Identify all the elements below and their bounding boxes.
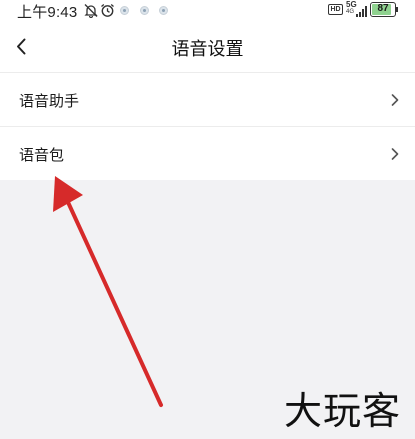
mute-bell-icon xyxy=(84,3,98,23)
battery-level: 87 xyxy=(377,3,389,14)
chevron-right-icon xyxy=(391,93,399,106)
settings-item-voice-pack[interactable]: 语音包 xyxy=(0,126,415,180)
chevron-right-icon xyxy=(391,147,399,160)
status-time: 上午9:43 xyxy=(17,4,78,21)
watermark: 大玩客 xyxy=(283,389,401,433)
notification-dot-icon xyxy=(159,6,168,15)
settings-item-voice-assistant[interactable]: 语音助手 xyxy=(0,73,415,126)
page-title: 语音设置 xyxy=(171,39,244,59)
alarm-icon xyxy=(100,3,115,23)
settings-list: 语音助手 语音包 xyxy=(0,72,415,180)
settings-item-label: 语音助手 xyxy=(19,93,80,110)
signal-icon xyxy=(356,4,367,22)
notification-dot-icon xyxy=(120,6,129,15)
settings-item-label: 语音包 xyxy=(19,147,65,164)
header: 语音设置 xyxy=(0,22,415,72)
hd-badge: HD xyxy=(328,4,343,15)
network-sub-type: 4G xyxy=(346,9,355,15)
battery-cap xyxy=(396,7,398,12)
battery-icon: 87 xyxy=(370,2,396,17)
status-bar: 上午9:43 HD 5G 4G 87 xyxy=(0,0,415,22)
notification-dot-icon xyxy=(140,6,149,15)
